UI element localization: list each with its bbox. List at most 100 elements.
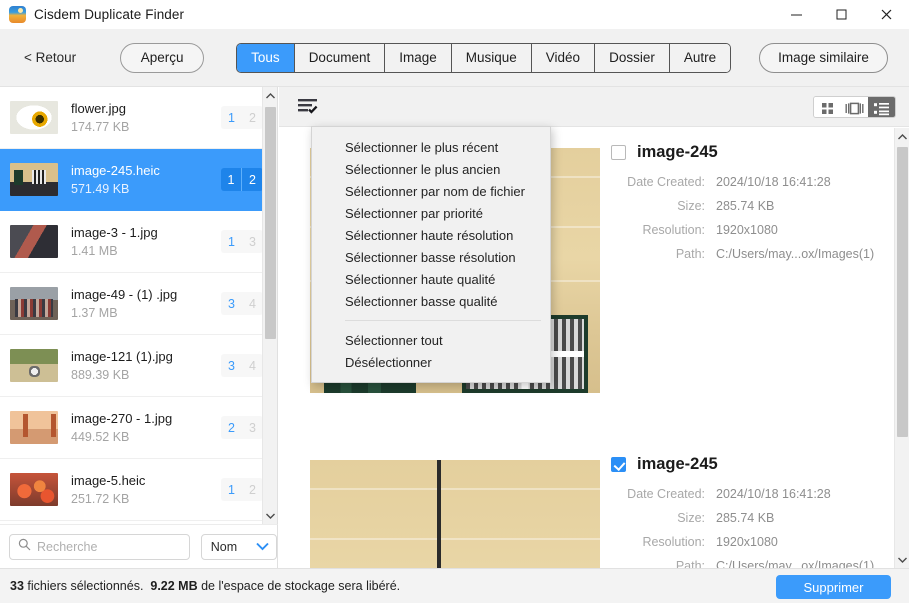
- file-meta: image-121 (1).jpg 889.39 KB: [71, 349, 221, 382]
- status-bar: 33 fichiers sélectionnés. 9.22 MB de l'e…: [0, 568, 909, 603]
- list-item[interactable]: flower.jpg 174.77 KB 1 2: [0, 87, 277, 149]
- selected-count-suffix: fichiers sélectionnés.: [27, 579, 144, 593]
- file-size: 1.37 MB: [71, 306, 118, 320]
- metadata-row-date: Date Created: 2024/10/18 16:41:28: [611, 175, 891, 190]
- app-window: Cisdem Duplicate Finder < Retour Aperçu …: [0, 0, 909, 603]
- list-item[interactable]: image-270 - 1.jpg 449.52 KB 2 3: [0, 397, 277, 459]
- menu-item-select-oldest[interactable]: Sélectionner le plus ancien: [312, 158, 550, 180]
- sort-select[interactable]: Nom: [200, 533, 277, 560]
- count-selected: 1: [221, 106, 242, 129]
- menu-item-select-by-priority[interactable]: Sélectionner par priorité: [312, 202, 550, 224]
- menu-item-select-low-resolution[interactable]: Sélectionner basse résolution: [312, 246, 550, 268]
- wall-photo: [310, 460, 600, 568]
- count-total: 2: [242, 478, 263, 501]
- tab-dossier[interactable]: Dossier: [595, 43, 670, 72]
- tab-musique[interactable]: Musique: [451, 43, 532, 72]
- search-box[interactable]: [9, 533, 190, 560]
- grid-icon[interactable]: [814, 97, 841, 117]
- delete-button[interactable]: Supprimer: [776, 575, 891, 599]
- value-date-created: 2024/10/18 16:41:28: [716, 175, 831, 189]
- file-size: 889.39 KB: [71, 368, 130, 382]
- search-input[interactable]: [37, 539, 177, 554]
- tab-video[interactable]: Vidéo: [531, 43, 596, 72]
- file-list-sidebar: flower.jpg 174.77 KB 1 2 image-245.heic …: [0, 87, 278, 524]
- image-details: image-245 Date Created: 2024/10/18 16:41…: [611, 143, 891, 262]
- select-checkbox[interactable]: [611, 145, 626, 160]
- list-item[interactable]: image-5.heic 251.72 KB 1 2: [0, 459, 277, 521]
- similar-image-button[interactable]: Image similaire: [759, 42, 888, 73]
- count-total: 3: [242, 230, 263, 253]
- image-preview[interactable]: [310, 460, 600, 568]
- filmstrip-icon[interactable]: [841, 97, 868, 117]
- tab-autre[interactable]: Autre: [669, 43, 731, 72]
- scroll-up-icon[interactable]: [263, 87, 277, 104]
- select-checkbox[interactable]: [611, 457, 626, 472]
- file-thumbnail: [10, 411, 58, 444]
- tab-tous[interactable]: Tous: [237, 43, 295, 72]
- file-name: image-245.heic: [71, 163, 160, 178]
- value-size: 285.74 KB: [716, 199, 775, 213]
- results-toolbar: [279, 87, 909, 127]
- file-thumbnail: [10, 225, 58, 258]
- sort-select-value: Nom: [210, 539, 238, 554]
- list-icon[interactable]: [868, 97, 895, 117]
- close-button[interactable]: [864, 0, 909, 29]
- selection-context-menu[interactable]: Sélectionner le plus récent Sélectionner…: [311, 126, 551, 383]
- scroll-down-icon[interactable]: [263, 507, 277, 524]
- count-selected: 1: [221, 230, 242, 253]
- menu-item-select-low-quality[interactable]: Sélectionner basse qualité: [312, 290, 550, 312]
- menu-item-select-newest[interactable]: Sélectionner le plus récent: [312, 136, 550, 158]
- selected-count: 33: [10, 579, 24, 593]
- duplicate-result-card[interactable]: image-245 Date Created: 2024/10/18 16:41…: [279, 440, 894, 568]
- sidebar-scroll-thumb[interactable]: [265, 107, 276, 339]
- file-meta: image-5.heic 251.72 KB: [71, 473, 221, 506]
- list-item[interactable]: image-49 - (1) .jpg 1.37 MB 3 4: [0, 273, 277, 335]
- file-size: 571.49 KB: [71, 182, 130, 196]
- sidebar-scrollbar[interactable]: [262, 87, 277, 524]
- count-total: 4: [242, 292, 263, 315]
- count-total: 3: [242, 416, 263, 439]
- menu-item-select-all[interactable]: Sélectionner tout: [312, 329, 550, 351]
- chevron-down-icon: [256, 540, 269, 554]
- value-path: C:/Users/may...ox/Images(1): [716, 247, 875, 261]
- back-button[interactable]: < Retour: [18, 46, 82, 69]
- results-scroll-thumb[interactable]: [897, 147, 908, 437]
- count-selected: 3: [221, 354, 242, 377]
- tab-document[interactable]: Document: [294, 43, 386, 72]
- menu-item-select-by-filename[interactable]: Sélectionner par nom de fichier: [312, 180, 550, 202]
- file-thumbnail: [10, 287, 58, 320]
- metadata-row-size: Size: 285.74 KB: [611, 199, 891, 214]
- image-title: image-245: [637, 143, 718, 161]
- file-thumbnail: [10, 163, 58, 196]
- file-name: image-49 - (1) .jpg: [71, 287, 178, 302]
- list-item[interactable]: image-3 - 1.jpg 1.41 MB 1 3: [0, 211, 277, 273]
- list-check-icon[interactable]: [298, 98, 319, 115]
- count-total: 4: [242, 354, 263, 377]
- tab-image[interactable]: Image: [385, 43, 452, 72]
- label-date-created: Date Created:: [627, 487, 705, 501]
- menu-item-select-high-resolution[interactable]: Sélectionner haute résolution: [312, 224, 550, 246]
- metadata-row-path: Path: C:/Users/may...ox/Images(1): [611, 559, 891, 568]
- maximize-button[interactable]: [819, 0, 864, 29]
- scroll-down-icon[interactable]: [895, 551, 909, 568]
- scroll-up-icon[interactable]: [895, 128, 909, 145]
- label-size: Size:: [677, 199, 705, 213]
- duplicate-counts: 1 2: [221, 168, 263, 191]
- list-item[interactable]: image-245.heic 571.49 KB 1 2: [0, 149, 277, 211]
- image-details: image-245 Date Created: 2024/10/18 16:41…: [611, 455, 891, 568]
- freed-size: 9.22 MB: [150, 579, 198, 593]
- menu-item-select-high-quality[interactable]: Sélectionner haute qualité: [312, 268, 550, 290]
- file-thumbnail: [10, 101, 58, 134]
- menu-item-deselect[interactable]: Désélectionner: [312, 351, 550, 373]
- app-logo-icon: [9, 6, 26, 23]
- sidebar-footer: Nom: [0, 524, 278, 568]
- results-scrollbar[interactable]: [894, 128, 909, 568]
- preview-button[interactable]: Aperçu: [120, 42, 205, 73]
- value-size: 285.74 KB: [716, 511, 775, 525]
- metadata-table: Date Created: 2024/10/18 16:41:28 Size: …: [611, 175, 891, 262]
- list-item[interactable]: image-121 (1).jpg 889.39 KB 3 4: [0, 335, 277, 397]
- count-selected: 3: [221, 292, 242, 315]
- value-resolution: 1920x1080: [716, 535, 778, 549]
- minimize-button[interactable]: [774, 0, 819, 29]
- category-tabs: Tous Document Image Musique Vidéo Dossie…: [236, 42, 732, 73]
